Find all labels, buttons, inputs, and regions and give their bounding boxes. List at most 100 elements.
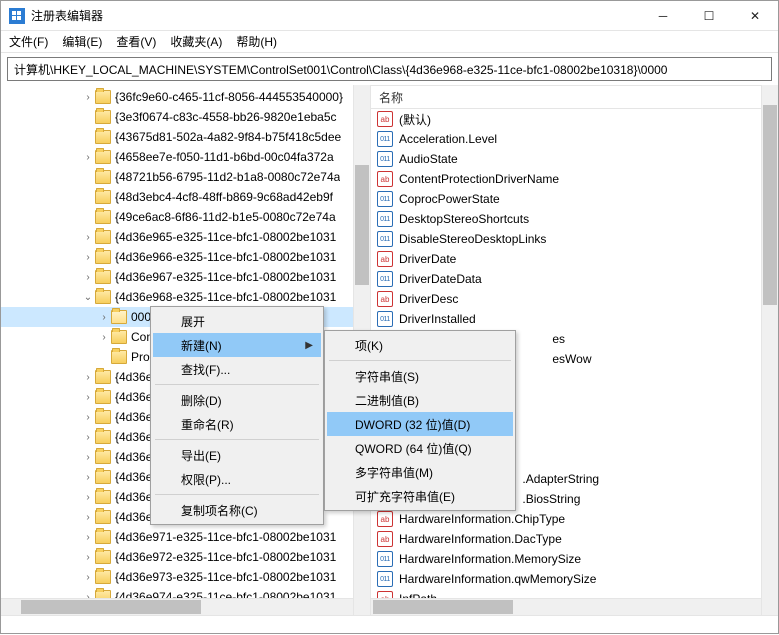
menu-favorites[interactable]: 收藏夹(A) bbox=[170, 33, 222, 50]
value-row[interactable]: 011DisableStereoDesktopLinks bbox=[371, 229, 778, 249]
expand-twisty[interactable]: › bbox=[81, 232, 95, 243]
ctx-new-binary[interactable]: 二进制值(B) bbox=[327, 388, 513, 412]
expand-twisty[interactable]: › bbox=[81, 92, 95, 103]
expand-twisty[interactable]: › bbox=[81, 272, 95, 283]
ctx-separator bbox=[155, 439, 319, 440]
menu-help[interactable]: 帮助(H) bbox=[236, 33, 277, 50]
maximize-button[interactable]: ☐ bbox=[686, 1, 732, 31]
ctx-delete[interactable]: 删除(D) bbox=[153, 388, 321, 412]
expand-twisty[interactable]: › bbox=[81, 152, 95, 163]
ctx-find[interactable]: 查找(F)... bbox=[153, 357, 321, 381]
tree-row[interactable]: ⌄ {4d36e968-e325-11ce-bfc1-08002be1031 bbox=[1, 287, 370, 307]
value-row[interactable]: 011AudioState bbox=[371, 149, 778, 169]
expand-twisty[interactable]: › bbox=[81, 432, 95, 443]
tree-label: {43675d81-502a-4a82-9f84-b75f418c5dee bbox=[115, 130, 341, 144]
tree-row[interactable]: {48d3ebc4-4cf8-48ff-b869-9c68ad42eb9f bbox=[1, 187, 370, 207]
tree-row[interactable]: › {4d36e967-e325-11ce-bfc1-08002be1031 bbox=[1, 267, 370, 287]
value-row[interactable]: ab(默认) bbox=[371, 109, 778, 129]
expand-twisty[interactable]: › bbox=[81, 532, 95, 543]
value-row[interactable]: 011DesktopStereoShortcuts bbox=[371, 209, 778, 229]
expand-twisty[interactable]: › bbox=[81, 472, 95, 483]
tree-horizontal-scrollbar[interactable] bbox=[1, 598, 353, 615]
expand-twisty[interactable]: › bbox=[81, 452, 95, 463]
address-bar[interactable]: 计算机\HKEY_LOCAL_MACHINE\SYSTEM\ControlSet… bbox=[7, 57, 772, 81]
menu-edit[interactable]: 编辑(E) bbox=[62, 33, 102, 50]
folder-open-icon bbox=[111, 310, 127, 324]
tree-label: {4d36e967-e325-11ce-bfc1-08002be1031 bbox=[115, 270, 336, 284]
folder-icon bbox=[95, 510, 111, 524]
tree-row[interactable]: {43675d81-502a-4a82-9f84-b75f418c5dee bbox=[1, 127, 370, 147]
folder-icon bbox=[95, 210, 111, 224]
ctx-rename[interactable]: 重命名(R) bbox=[153, 412, 321, 436]
folder-icon bbox=[95, 130, 111, 144]
ctx-new-multistring[interactable]: 多字符串值(M) bbox=[327, 460, 513, 484]
expand-twisty[interactable]: ⌄ bbox=[81, 292, 95, 303]
ctx-export[interactable]: 导出(E) bbox=[153, 443, 321, 467]
expand-twisty[interactable]: › bbox=[81, 572, 95, 583]
menu-view[interactable]: 查看(V) bbox=[116, 33, 156, 50]
context-menu: 展开 新建(N)▶ 查找(F)... 删除(D) 重命名(R) 导出(E) 权限… bbox=[150, 306, 324, 525]
ctx-new-string[interactable]: 字符串值(S) bbox=[327, 364, 513, 388]
value-row[interactable]: abContentProtectionDriverName bbox=[371, 169, 778, 189]
expand-twisty[interactable]: › bbox=[97, 332, 111, 343]
expand-twisty[interactable]: › bbox=[81, 252, 95, 263]
tree-row[interactable]: ›{4658ee7e-f050-11d1-b6bd-00c04fa372a bbox=[1, 147, 370, 167]
expand-twisty[interactable]: › bbox=[81, 392, 95, 403]
tree-row[interactable]: {3e3f0674-c83c-4558-bb26-9820e1eba5c bbox=[1, 107, 370, 127]
string-value-icon: ab bbox=[377, 171, 393, 187]
column-header-name[interactable]: 名称 bbox=[371, 85, 778, 109]
value-name: DriverDateData bbox=[399, 272, 482, 286]
value-row[interactable]: abDriverDate bbox=[371, 249, 778, 269]
expand-twisty[interactable]: › bbox=[81, 372, 95, 383]
value-row[interactable]: abDriverDesc bbox=[371, 289, 778, 309]
list-vertical-scrollbar[interactable] bbox=[761, 85, 778, 615]
tree-row[interactable]: {49ce6ac8-6f86-11d2-b1e5-0080c72e74a bbox=[1, 207, 370, 227]
tree-label: {49ce6ac8-6f86-11d2-b1e5-0080c72e74a bbox=[115, 210, 336, 224]
value-row[interactable]: 011DriverDateData bbox=[371, 269, 778, 289]
minimize-button[interactable]: ─ bbox=[640, 1, 686, 31]
tree-row[interactable]: ›{4d36e965-e325-11ce-bfc1-08002be1031 bbox=[1, 227, 370, 247]
folder-icon bbox=[95, 270, 111, 284]
tree-row[interactable]: ›{4d36e966-e325-11ce-bfc1-08002be1031 bbox=[1, 247, 370, 267]
tree-row[interactable]: ›{4d36e973-e325-11ce-bfc1-08002be1031 bbox=[1, 567, 370, 587]
string-value-icon: ab bbox=[377, 531, 393, 547]
value-row[interactable]: 011HardwareInformation.qwMemorySize bbox=[371, 569, 778, 589]
binary-value-icon: 011 bbox=[377, 231, 393, 247]
ctx-copy-key-name[interactable]: 复制项名称(C) bbox=[153, 498, 321, 522]
tree-row[interactable]: ›{4d36e971-e325-11ce-bfc1-08002be1031 bbox=[1, 527, 370, 547]
value-row[interactable]: 011DriverInstalled bbox=[371, 309, 778, 329]
value-row[interactable]: abHardwareInformation.ChipType bbox=[371, 509, 778, 529]
expand-twisty[interactable]: › bbox=[97, 312, 111, 323]
value-row[interactable]: 011Acceleration.Level bbox=[371, 129, 778, 149]
tree-row[interactable]: ›{36fc9e60-c465-11cf-8056-444553540000} bbox=[1, 87, 370, 107]
value-row[interactable]: 011CoprocPowerState bbox=[371, 189, 778, 209]
close-button[interactable]: ✕ bbox=[732, 1, 778, 31]
ctx-new[interactable]: 新建(N)▶ bbox=[153, 333, 321, 357]
tree-row[interactable]: {48721b56-6795-11d2-b1a8-0080c72e74a bbox=[1, 167, 370, 187]
folder-icon bbox=[95, 450, 111, 464]
ctx-new-expandstring[interactable]: 可扩充字符串值(E) bbox=[327, 484, 513, 508]
value-row[interactable]: abHardwareInformation.DacType bbox=[371, 529, 778, 549]
value-name: DriverDate bbox=[399, 252, 456, 266]
tree-label: {4d36e bbox=[115, 410, 152, 424]
expand-twisty[interactable]: › bbox=[81, 492, 95, 503]
tree-row[interactable]: ›{4d36e972-e325-11ce-bfc1-08002be1031 bbox=[1, 547, 370, 567]
ctx-expand[interactable]: 展开 bbox=[153, 309, 321, 333]
ctx-new-key[interactable]: 项(K) bbox=[327, 333, 513, 357]
new-submenu: 项(K) 字符串值(S) 二进制值(B) DWORD (32 位)值(D) QW… bbox=[324, 330, 516, 511]
ctx-permissions[interactable]: 权限(P)... bbox=[153, 467, 321, 491]
string-value-icon: ab bbox=[377, 111, 393, 127]
window-title: 注册表编辑器 bbox=[31, 7, 640, 24]
list-horizontal-scrollbar[interactable] bbox=[371, 598, 761, 615]
folder-icon bbox=[95, 390, 111, 404]
expand-twisty[interactable]: › bbox=[81, 512, 95, 523]
ctx-new-dword[interactable]: DWORD (32 位)值(D) bbox=[327, 412, 513, 436]
menu-file[interactable]: 文件(F) bbox=[9, 33, 48, 50]
value-row[interactable]: 011HardwareInformation.MemorySize bbox=[371, 549, 778, 569]
tree-label: {4d36e bbox=[115, 390, 152, 404]
expand-twisty[interactable]: › bbox=[81, 552, 95, 563]
expand-twisty[interactable]: › bbox=[81, 412, 95, 423]
folder-icon bbox=[95, 470, 111, 484]
tree-label: {4d36e968-e325-11ce-bfc1-08002be1031 bbox=[115, 290, 336, 304]
ctx-new-qword[interactable]: QWORD (64 位)值(Q) bbox=[327, 436, 513, 460]
